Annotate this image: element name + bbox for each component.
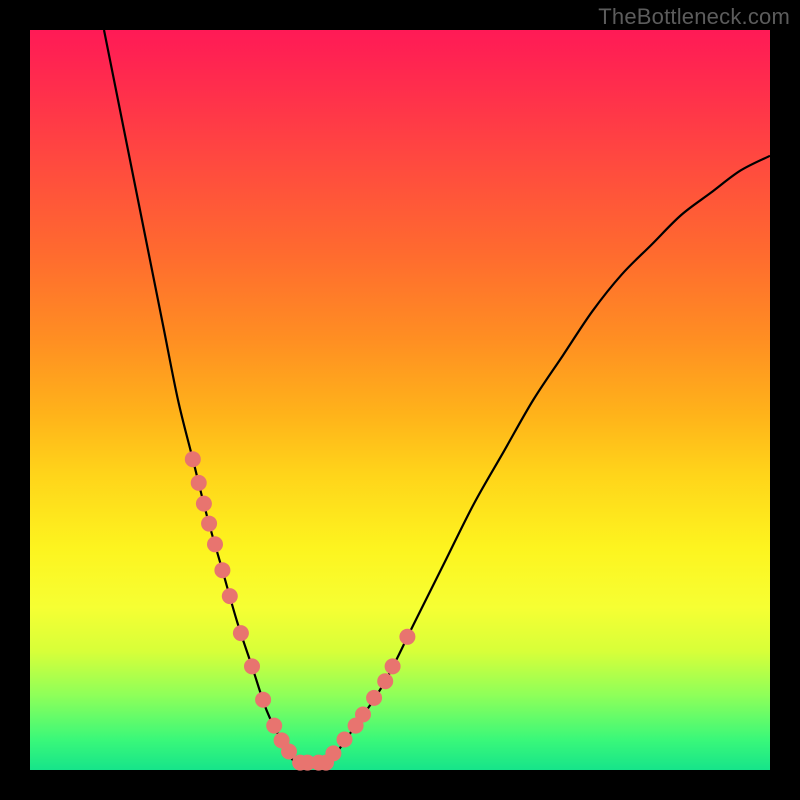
curve-marker-dot	[325, 745, 341, 761]
curve-marker-dot	[366, 690, 382, 706]
bottleneck-curve	[104, 30, 770, 766]
curve-marker-dot	[233, 625, 249, 641]
curve-layer	[30, 30, 770, 770]
curve-markers	[185, 451, 416, 770]
curve-marker-dot	[207, 536, 223, 552]
curve-marker-dot	[385, 658, 401, 674]
curve-marker-dot	[355, 707, 371, 723]
curve-marker-dot	[399, 629, 415, 645]
curve-marker-dot	[201, 516, 217, 532]
curve-marker-dot	[196, 496, 212, 512]
curve-marker-dot	[222, 588, 238, 604]
curve-marker-dot	[191, 475, 207, 491]
curve-marker-dot	[214, 562, 230, 578]
curve-marker-dot	[185, 451, 201, 467]
plot-area	[30, 30, 770, 770]
curve-marker-dot	[337, 731, 353, 747]
curve-marker-dot	[377, 673, 393, 689]
chart-frame: TheBottleneck.com	[0, 0, 800, 800]
curve-marker-dot	[244, 658, 260, 674]
curve-marker-dot	[266, 718, 282, 734]
curve-marker-dot	[255, 692, 271, 708]
watermark-text: TheBottleneck.com	[598, 4, 790, 30]
